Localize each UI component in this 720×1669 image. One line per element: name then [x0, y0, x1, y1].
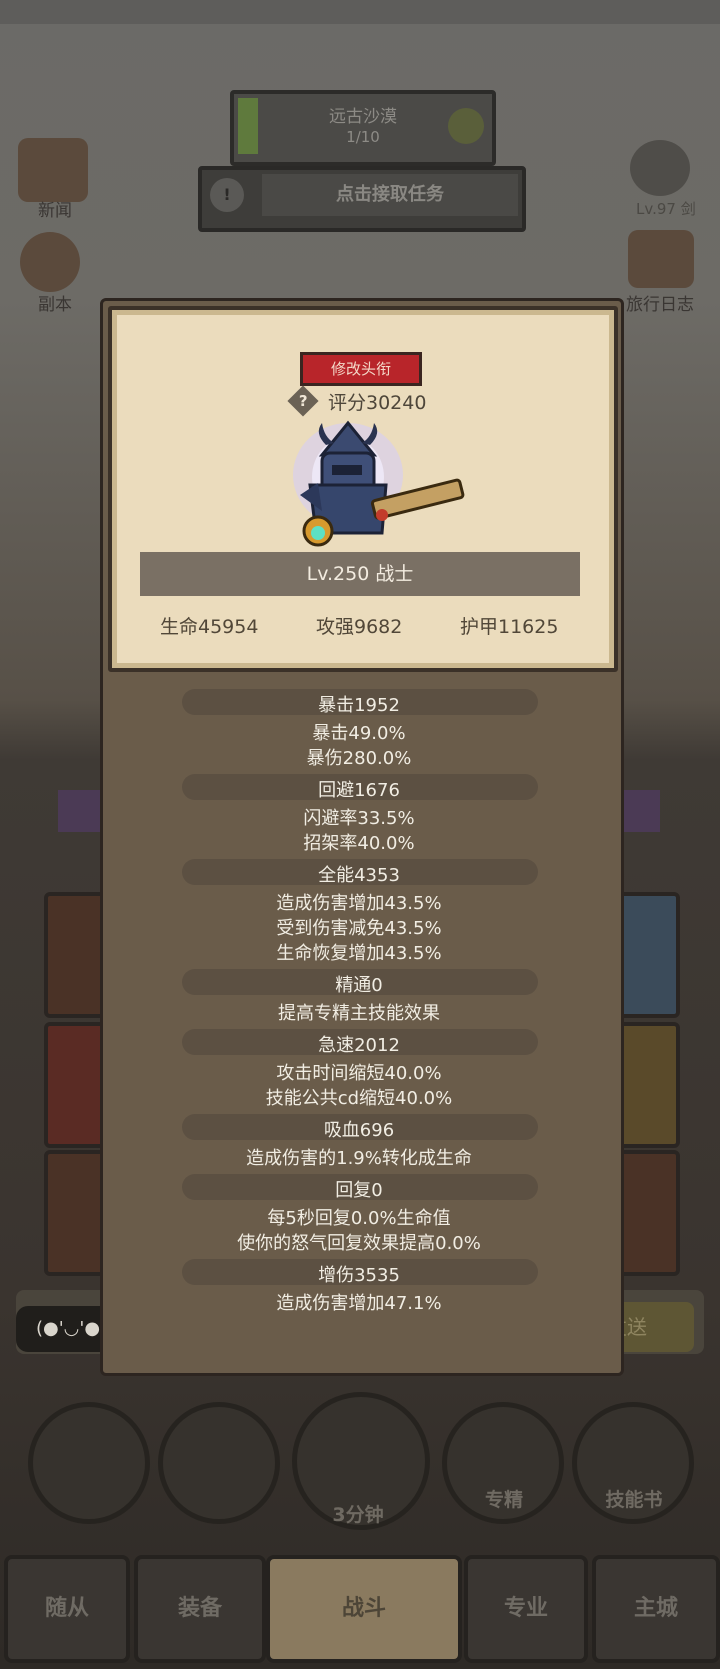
stat-line: 造成伤害增加43.5%: [276, 893, 442, 914]
stat-line: 造成伤害增加47.1%: [276, 1293, 442, 1314]
stat-header: 吸血696: [323, 1120, 395, 1141]
level-class-bar: Lv.250 战士: [140, 552, 580, 596]
dungeon-label: 副本: [38, 295, 72, 315]
news-label: 新闻: [38, 201, 72, 221]
specialize-label: 专精: [484, 1489, 523, 1511]
tab-main-city[interactable]: 主城: [592, 1555, 720, 1663]
score-text: 评分30240: [328, 392, 427, 414]
stat-line: 受到伤害减免43.5%: [276, 918, 442, 939]
stat-header: 暴击1952: [318, 695, 400, 716]
hp-stat: 生命45954: [160, 616, 259, 638]
accept-task-button[interactable]: 点击接取任务: [262, 174, 518, 216]
potion-button[interactable]: [28, 1402, 150, 1524]
accept-task-panel[interactable]: ! 点击接取任务: [198, 166, 526, 232]
stat-line: 暴伤280.0%: [306, 748, 412, 769]
refresh-icon[interactable]: [448, 108, 484, 144]
stat-line: 提高专精主技能效果: [278, 1003, 440, 1024]
skill-book-label: 技能书: [605, 1489, 663, 1511]
edit-title-button[interactable]: 修改头衔: [300, 352, 422, 386]
stat-header: 急速2012: [318, 1035, 400, 1056]
stat-header: 精通0: [335, 975, 383, 996]
stat-header: 回避1676: [318, 780, 400, 801]
stat-header: 全能4353: [318, 865, 400, 886]
news-icon[interactable]: [18, 138, 88, 202]
settings-gear-icon[interactable]: [630, 140, 690, 196]
stat-line: 使你的怒气回复效果提高0.0%: [237, 1233, 481, 1254]
status-bar: [0, 0, 720, 24]
stat-line: 每5秒回复0.0%生命值: [267, 1208, 451, 1229]
travel-log-icon[interactable]: [628, 230, 694, 288]
tab-followers[interactable]: 随从: [4, 1555, 130, 1663]
travel-log-label: 旅行日志: [626, 295, 694, 315]
stat-line: 闪避率33.5%: [303, 808, 415, 829]
armor-stat: 护甲11625: [460, 616, 559, 638]
stat-header: 增伤3535: [318, 1265, 400, 1286]
player-level-text: Lv.97 剑: [636, 200, 696, 218]
stat-line: 攻击时间缩短40.0%: [276, 1063, 442, 1084]
alert-icon: !: [210, 178, 244, 212]
tab-profession[interactable]: 专业: [464, 1555, 588, 1663]
chest-timer: 3分钟: [332, 1504, 384, 1526]
stat-line: 生命恢复增加43.5%: [276, 943, 442, 964]
tab-battle[interactable]: 战斗: [266, 1555, 462, 1663]
stat-line: 技能公共cd缩短40.0%: [265, 1088, 453, 1109]
warrior-character-image: [293, 420, 465, 547]
dungeon-icon[interactable]: [20, 232, 80, 292]
stat-line: 暴击49.0%: [312, 723, 406, 744]
stat-line: 招架率40.0%: [303, 833, 415, 854]
stat-header: 回复0: [335, 1180, 383, 1201]
tab-equipment[interactable]: 装备: [134, 1555, 266, 1663]
stat-line: 造成伤害的1.9%转化成生命: [246, 1148, 472, 1169]
bread-button[interactable]: [158, 1402, 280, 1524]
region-progress-panel[interactable]: 远古沙漠 1/10: [230, 90, 496, 166]
attack-stat: 攻强9682: [316, 616, 403, 638]
